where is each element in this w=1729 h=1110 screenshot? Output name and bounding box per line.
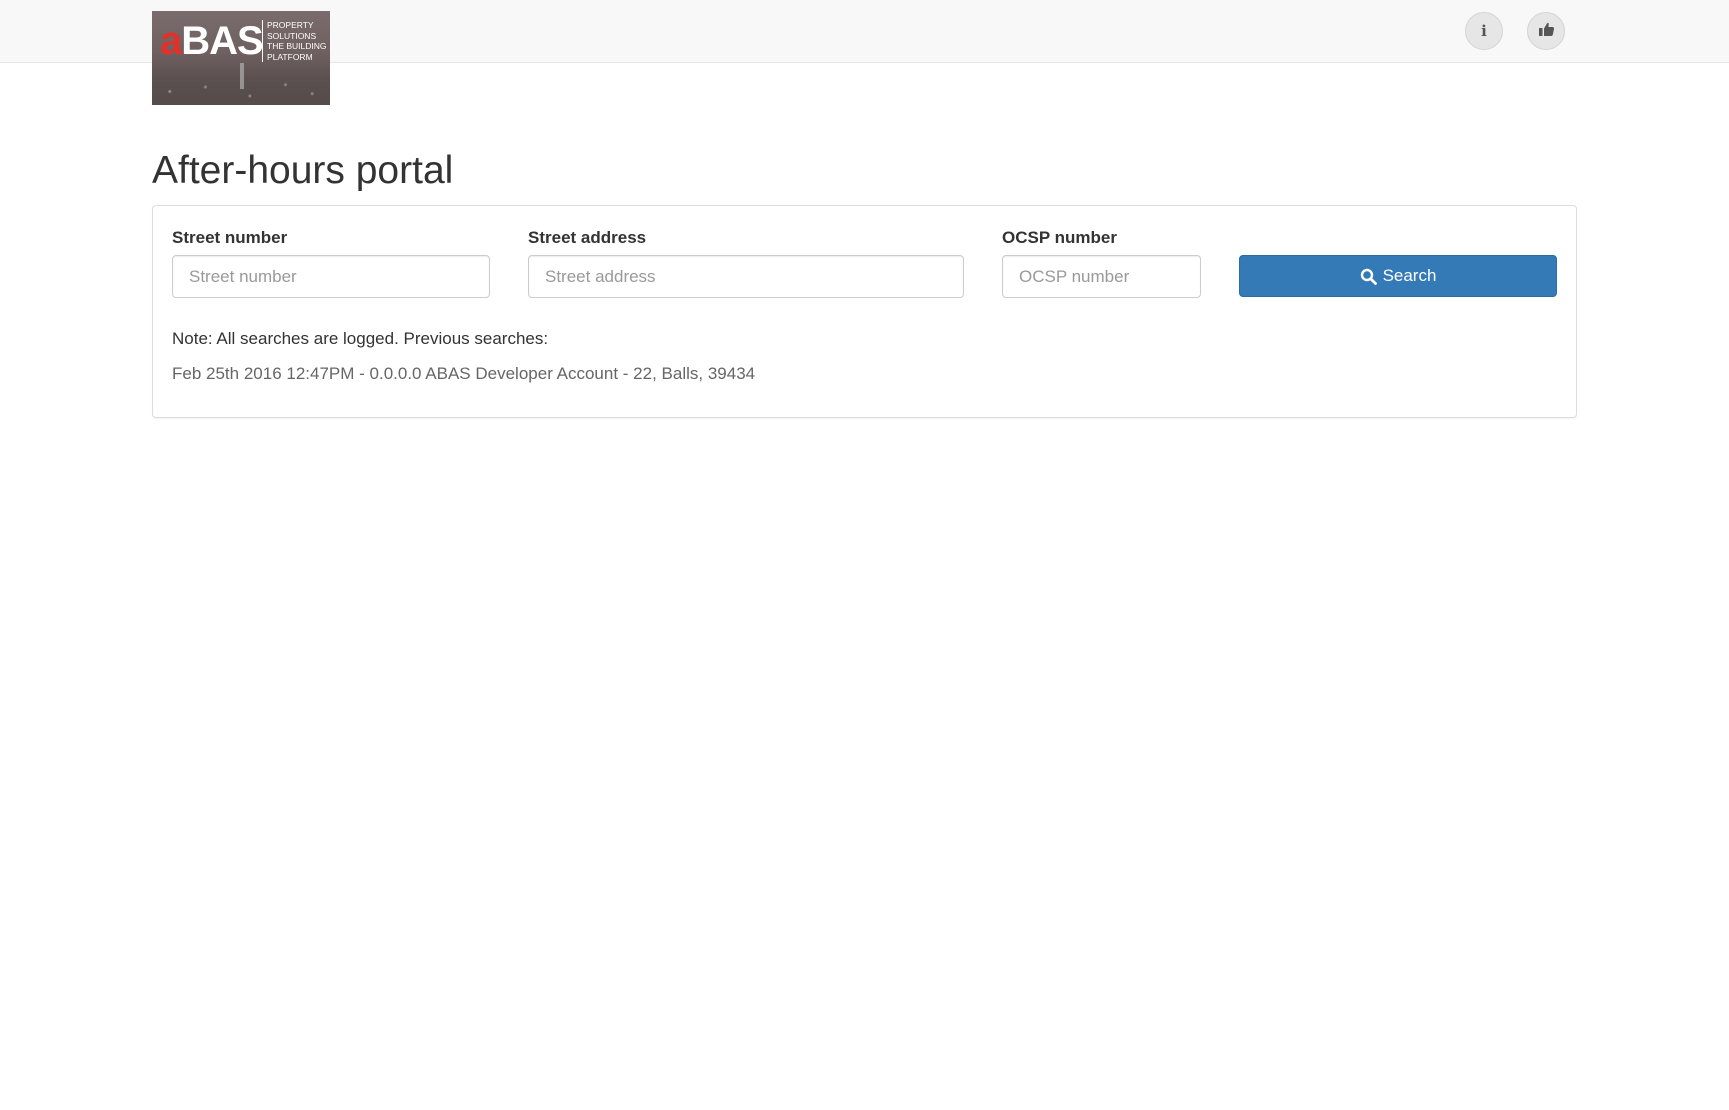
tower-silhouette	[240, 63, 244, 89]
street-address-input[interactable]	[528, 255, 964, 298]
thumbs-up-icon	[1538, 21, 1555, 42]
search-log-note: Note: All searches are logged. Previous …	[172, 329, 549, 348]
page-title: After-hours portal	[152, 149, 454, 192]
search-button[interactable]: Search	[1239, 255, 1557, 297]
logo-tagline: PROPERTY SOLUTIONS THE BUILDING PLATFORM	[262, 20, 330, 62]
search-panel: Street number Street address OCSP number…	[152, 205, 1577, 418]
street-number-label: Street number	[172, 228, 288, 247]
search-button-label: Search	[1382, 266, 1437, 285]
ocsp-number-input[interactable]	[1002, 255, 1201, 298]
previous-search-item: Feb 25th 2016 12:47PM - 0.0.0.0 ABAS Dev…	[172, 364, 756, 383]
like-button[interactable]	[1527, 12, 1565, 50]
street-number-input[interactable]	[172, 255, 490, 298]
search-icon	[1360, 268, 1377, 285]
street-address-label: Street address	[528, 228, 647, 247]
ocsp-number-label: OCSP number	[1002, 228, 1117, 247]
info-icon: i	[1481, 22, 1487, 40]
logo-wordmark: aBAS	[160, 19, 264, 63]
info-button[interactable]: i	[1465, 12, 1503, 50]
abas-logo[interactable]: aBAS PROPERTY SOLUTIONS THE BUILDING PLA…	[152, 11, 330, 105]
